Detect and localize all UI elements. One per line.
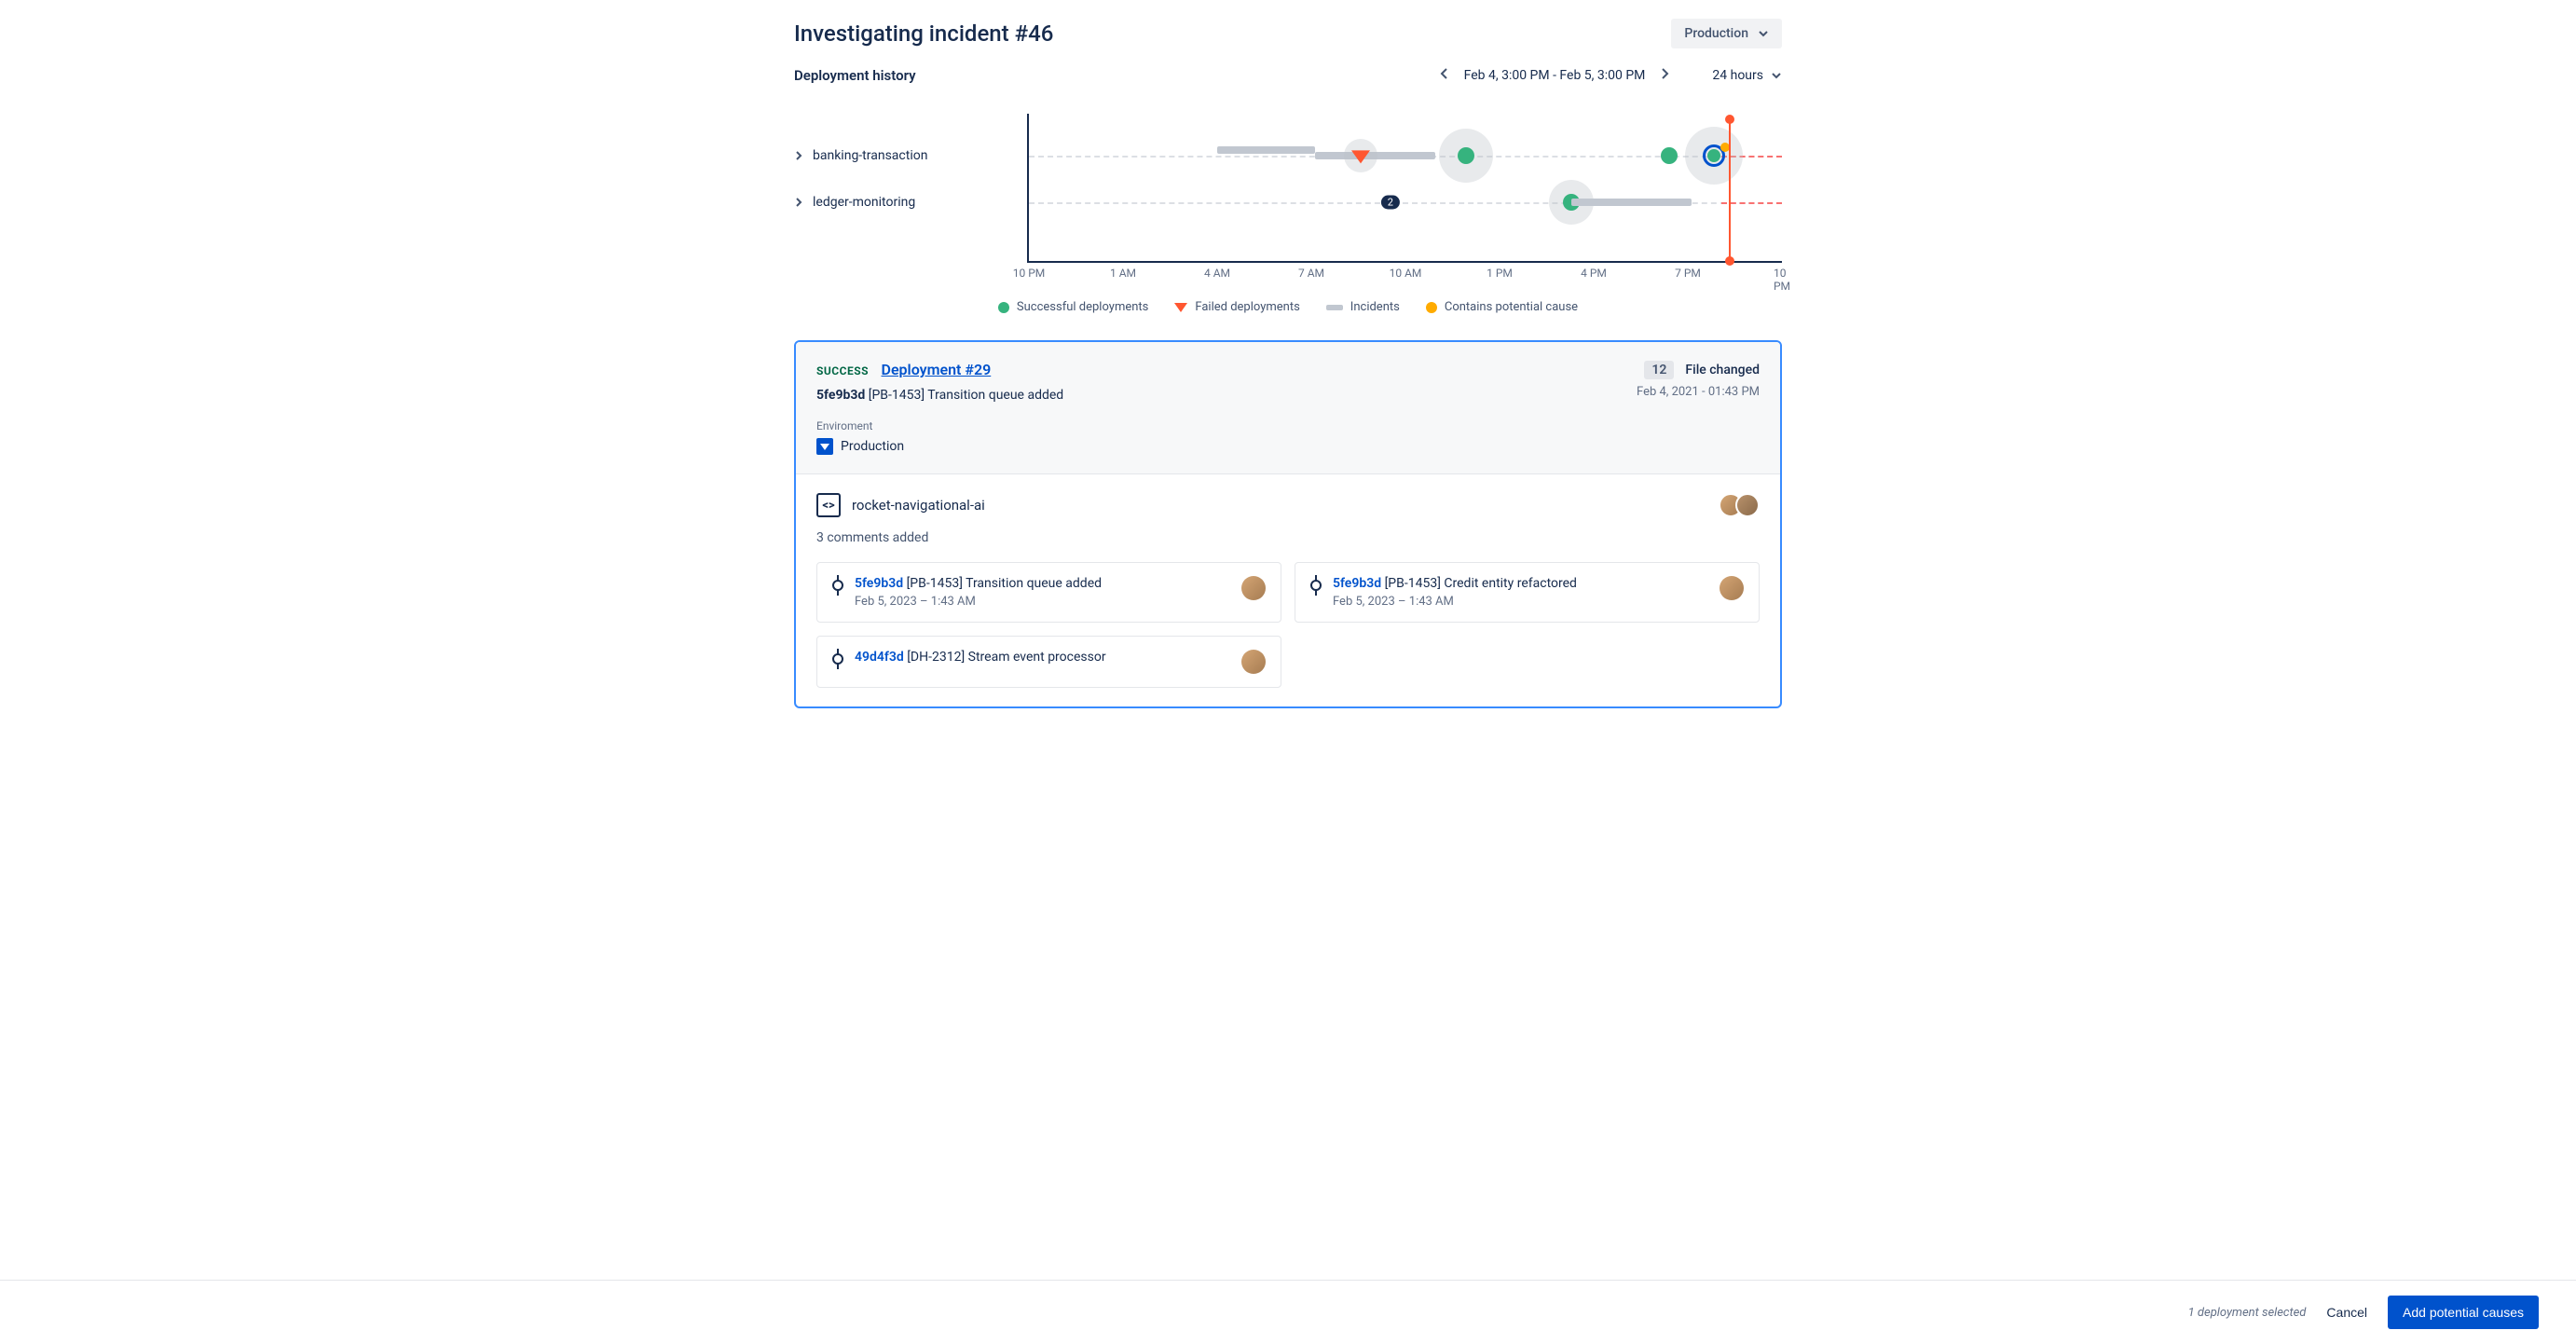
commit-message: Stream event processor (968, 650, 1106, 665)
commit-date: Feb 5, 2023 – 1:43 AM (855, 595, 1102, 609)
prev-range-button[interactable] (1436, 65, 1453, 86)
commit-card[interactable]: 5fe9b3d [PB-1453] Transition queue added… (816, 562, 1281, 623)
range-dropdown[interactable]: 24 hours (1712, 68, 1782, 83)
timeline-row-label: ledger-monitoring (813, 195, 915, 210)
page-title: Investigating incident #46 (794, 21, 1053, 47)
commit-message: Transition queue added (927, 388, 1063, 403)
commit-node-icon (1310, 579, 1322, 592)
environment-value: Production (841, 439, 904, 454)
ticket-ref: [PB-1453] (1385, 576, 1441, 591)
commit-hash-link[interactable]: 5fe9b3d (855, 576, 903, 591)
chevron-right-icon (794, 197, 803, 208)
chevron-down-icon (1771, 70, 1782, 81)
current-time-line (1729, 119, 1731, 261)
ticket-ref: [PB-1453] (869, 388, 925, 403)
cancel-button[interactable]: Cancel (2326, 1305, 2367, 1320)
deployment-link[interactable]: Deployment #29 (882, 361, 992, 378)
x-tick: 1 AM (1110, 267, 1136, 280)
env-dropdown-label: Production (1684, 26, 1748, 41)
timeline-row-label: banking-transaction (813, 148, 927, 163)
failed-triangle-icon (1174, 303, 1187, 312)
x-tick: 10 PM (1013, 267, 1046, 280)
commit-hash-link[interactable]: 49d4f3d (855, 650, 904, 665)
ticket-ref: [PB-1453] (907, 576, 963, 591)
comments-count: 3 comments added (816, 530, 1760, 545)
x-tick: 7 PM (1675, 267, 1701, 280)
timeline-row-toggle[interactable]: ledger-monitoring (794, 179, 1027, 226)
code-icon: <> (816, 493, 841, 517)
incident-bar-icon (1326, 305, 1343, 310)
repo-name: rocket-navigational-ai (852, 497, 985, 514)
environment-label: Enviroment (816, 419, 1063, 432)
x-tick: 10 AM (1390, 267, 1422, 280)
commit-message: Transition queue added (966, 576, 1102, 591)
legend-label: Successful deployments (1017, 300, 1148, 314)
section-title: Deployment history (794, 67, 916, 84)
commit-card[interactable]: 49d4f3d [DH-2312] Stream event processor (816, 636, 1281, 688)
failed-deployment-marker[interactable] (1351, 150, 1370, 163)
contributors-avatars[interactable] (1719, 493, 1760, 517)
timeline-row-toggle[interactable]: banking-transaction (794, 132, 1027, 179)
successful-deployment-marker[interactable] (1661, 147, 1678, 164)
successful-deployment-marker[interactable] (1458, 147, 1474, 164)
commit-node-icon (832, 652, 843, 665)
success-dot-icon (998, 302, 1009, 313)
x-tick: 4 AM (1204, 267, 1230, 280)
successful-deployment-marker[interactable] (1707, 149, 1720, 162)
incident-bar[interactable] (1571, 199, 1692, 206)
legend-label: Failed deployments (1195, 300, 1299, 314)
legend-label: Contains potential cause (1445, 300, 1578, 314)
chevron-down-icon (1758, 28, 1769, 39)
avatar (1735, 493, 1760, 517)
legend-label: Incidents (1350, 300, 1400, 314)
ticket-ref: [DH-2312] (907, 650, 965, 665)
commit-hash: 5fe9b3d (816, 388, 865, 403)
file-changed-label: File changed (1685, 363, 1760, 377)
chevron-right-icon (794, 150, 803, 161)
bitbucket-icon (816, 438, 833, 455)
deployment-details-panel: SUCCESS Deployment #29 5fe9b3d [PB-1453]… (794, 340, 1782, 708)
file-count-chip: 12 (1644, 361, 1674, 379)
legend: Successful deployments Failed deployment… (794, 300, 1782, 314)
deployment-timeline-chart[interactable]: 2 10 PM 1 AM 4 AM 7 AM 10 AM 1 PM 4 PM 7… (1027, 114, 1782, 263)
cause-dot-icon (1426, 302, 1437, 313)
commit-node-icon (832, 579, 843, 592)
incident-bar[interactable] (1217, 146, 1315, 154)
next-range-button[interactable] (1656, 65, 1673, 86)
deployment-timestamp: Feb 4, 2021 - 01:43 PM (1637, 385, 1760, 399)
commit-date: Feb 5, 2023 – 1:43 AM (1333, 595, 1577, 609)
event-count-badge[interactable]: 2 (1381, 196, 1400, 210)
action-footer: 1 deployment selected Cancel Add potenti… (0, 1280, 2576, 1344)
x-tick: 4 PM (1581, 267, 1607, 280)
selection-count: 1 deployment selected (2188, 1306, 2307, 1320)
x-tick: 1 PM (1487, 267, 1513, 280)
commit-message: Credit entity refactored (1444, 576, 1577, 591)
chevron-left-icon (1440, 67, 1449, 80)
environment-dropdown[interactable]: Production (1671, 19, 1782, 48)
range-label: 24 hours (1712, 68, 1763, 83)
avatar (1241, 576, 1266, 600)
add-potential-causes-button[interactable]: Add potential causes (2388, 1296, 2539, 1329)
x-tick: 10 PM (1774, 267, 1790, 293)
chevron-right-icon (1660, 67, 1669, 80)
avatar (1241, 650, 1266, 674)
status-badge: SUCCESS (816, 364, 869, 377)
date-range-label: Feb 4, 3:00 PM - Feb 5, 3:00 PM (1464, 68, 1646, 83)
avatar (1720, 576, 1744, 600)
commit-hash-link[interactable]: 5fe9b3d (1333, 576, 1381, 591)
commit-card[interactable]: 5fe9b3d [PB-1453] Credit entity refactor… (1295, 562, 1760, 623)
x-tick: 7 AM (1298, 267, 1324, 280)
